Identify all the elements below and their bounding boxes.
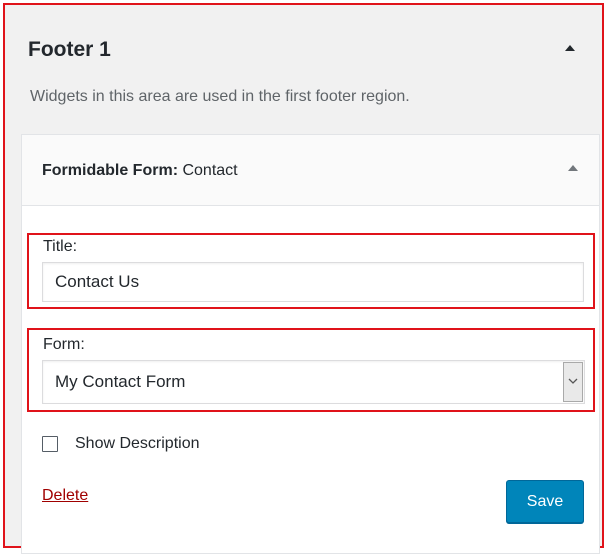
title-input[interactable] <box>42 262 584 302</box>
title-label: Title: <box>43 238 78 255</box>
formidable-form-widget: Formidable Form: Contact Title: Form: My… <box>21 134 600 554</box>
form-select[interactable]: My Contact Form <box>42 360 585 404</box>
show-description-checkbox[interactable] <box>42 436 58 452</box>
save-button[interactable]: Save <box>506 480 584 523</box>
show-description-label[interactable]: Show Description <box>75 435 200 453</box>
widget-area-footer-1: Footer 1 Widgets in this area are used i… <box>3 3 604 554</box>
widget-instance-title: Contact <box>178 162 238 179</box>
widget-header[interactable]: Formidable Form: Contact <box>22 135 599 206</box>
select-arrow-button[interactable] <box>563 362 583 402</box>
widget-title: Formidable Form: Contact <box>42 162 238 180</box>
widget-type-label: Formidable Form <box>42 162 173 179</box>
area-collapse-triangle-icon[interactable] <box>565 45 575 51</box>
chevron-down-icon <box>568 378 578 384</box>
form-label: Form: <box>43 336 85 353</box>
widget-collapse-triangle-icon[interactable] <box>568 165 578 171</box>
form-select-value: My Contact Form <box>55 372 186 391</box>
delete-link[interactable]: Delete <box>42 487 88 505</box>
widget-area-description: Widgets in this area are used in the fir… <box>30 88 410 105</box>
widget-area-title[interactable]: Footer 1 <box>28 38 111 62</box>
